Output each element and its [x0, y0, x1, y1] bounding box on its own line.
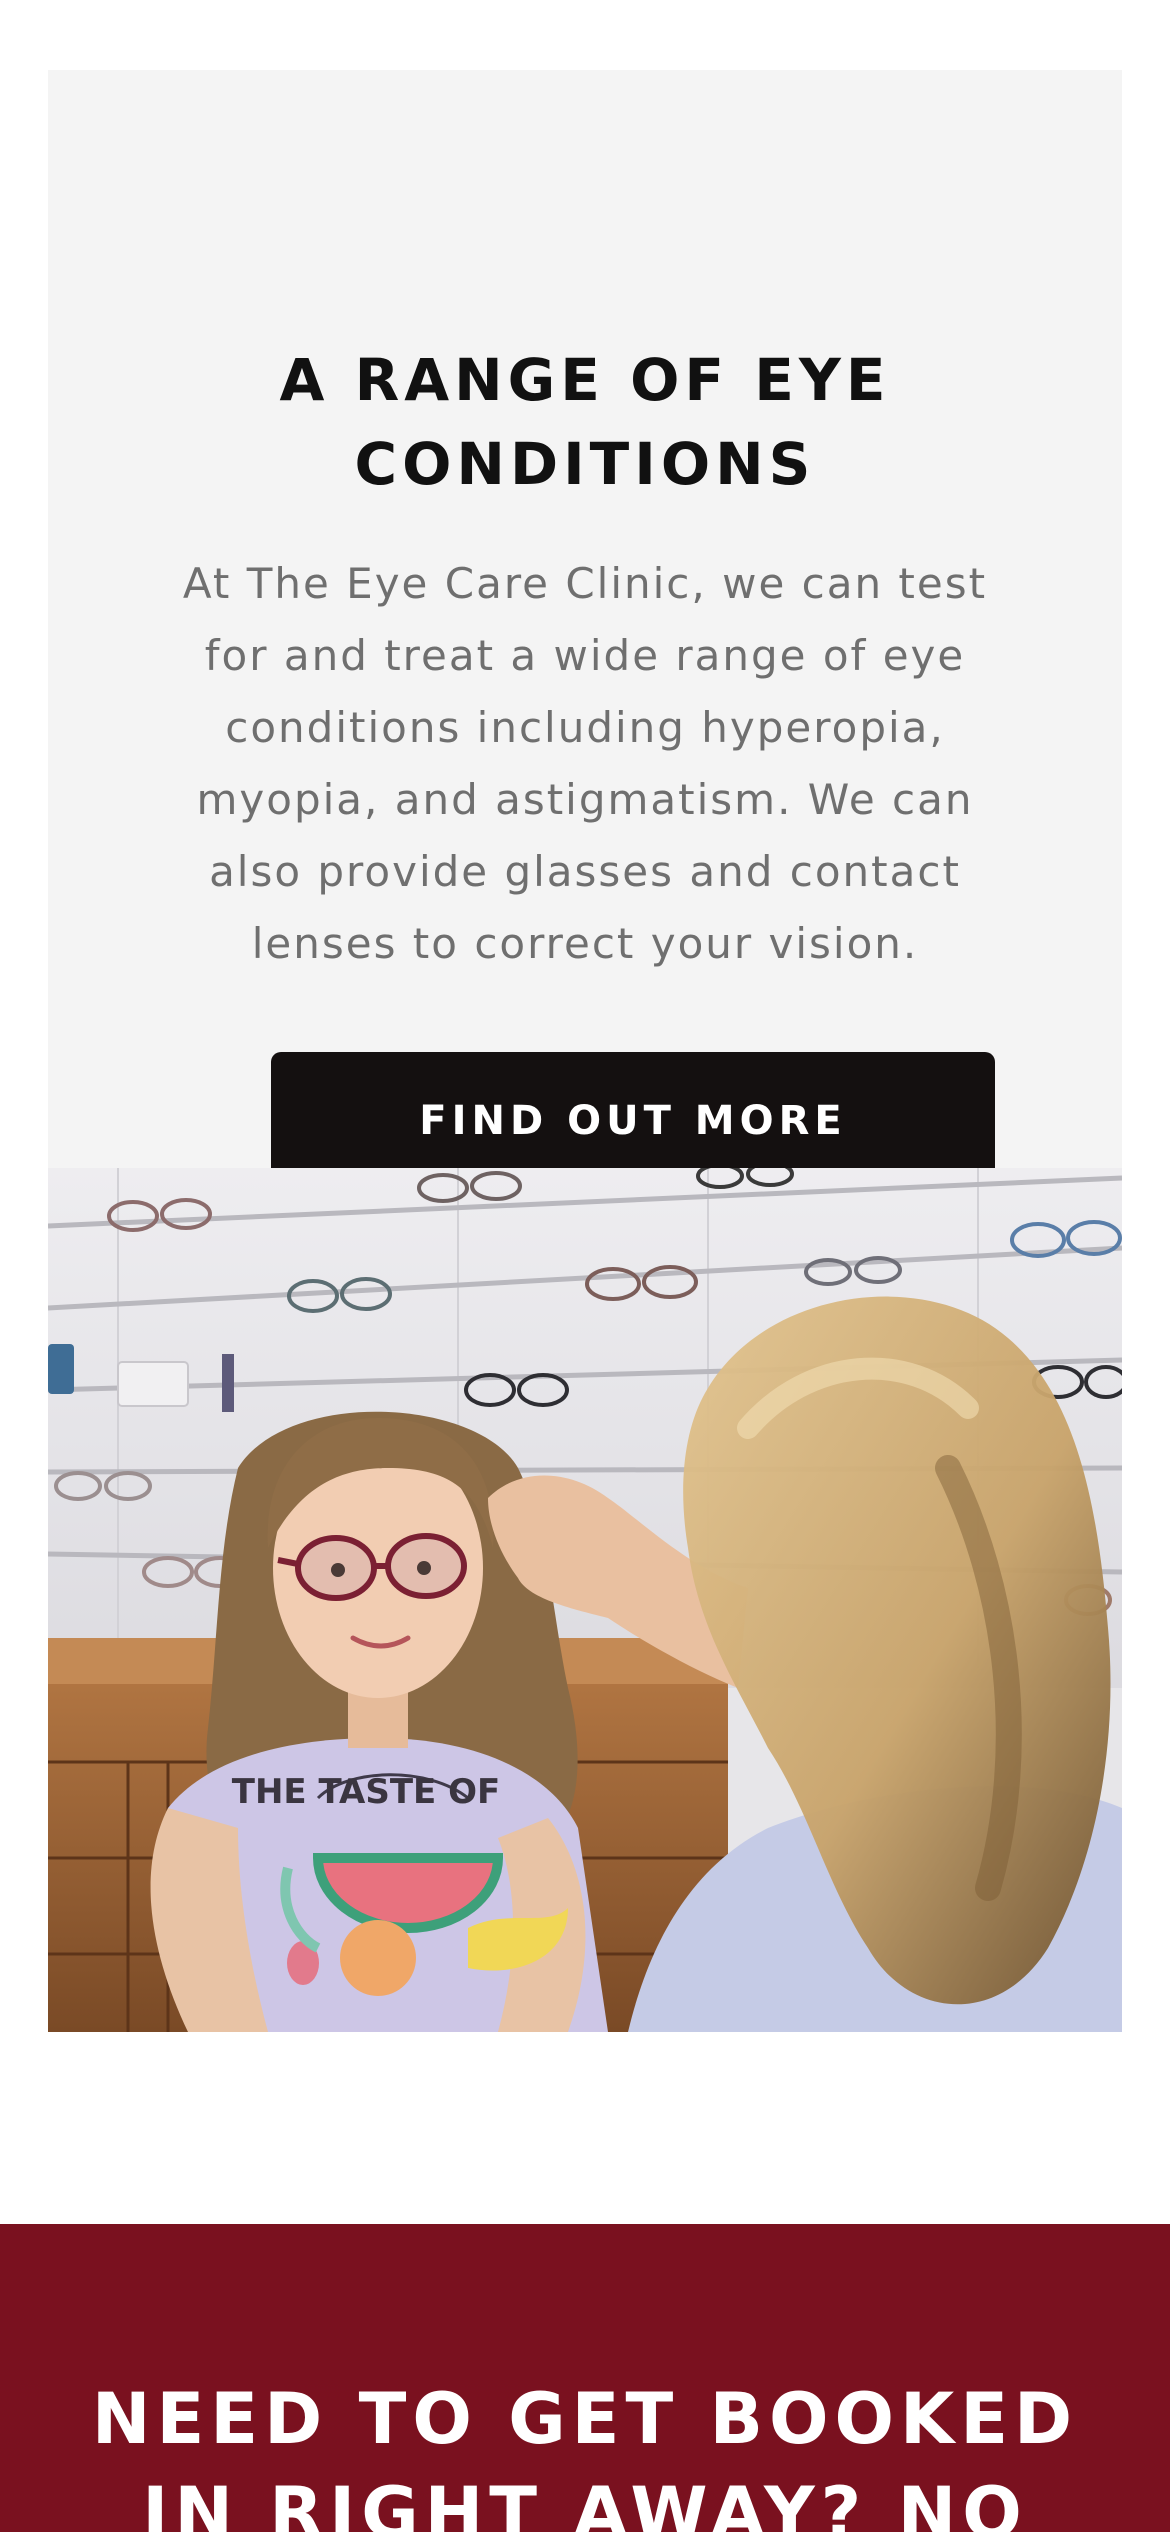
description-line-2: for and treat a wide range of eye	[204, 631, 966, 680]
booking-banner: NEED TO GET BOOKED IN RIGHT AWAY? NO	[0, 2224, 1170, 2532]
description-line-4: myopia, and astigmatism. We can	[196, 775, 974, 824]
eye-conditions-title-line-2: CONDITIONS	[354, 430, 816, 498]
description-line-3: conditions including hyperopia,	[225, 703, 945, 752]
booking-title-line-1: NEED TO GET BOOKED	[91, 2378, 1079, 2460]
eye-conditions-card: A RANGE OF EYE CONDITIONS At The Eye Car…	[48, 70, 1122, 1190]
display-item	[48, 1344, 74, 1394]
tshirt-print-text: THE TASTE OF	[232, 1772, 500, 1812]
booking-title: NEED TO GET BOOKED IN RIGHT AWAY? NO	[0, 2372, 1170, 2532]
description-line-1: At The Eye Care Clinic, we can test	[182, 559, 988, 608]
photo-illustration: THE TASTE OF	[48, 1168, 1122, 2032]
orange-print	[340, 1920, 416, 1996]
description-line-5: also provide glasses and contact	[209, 847, 961, 896]
display-item	[117, 1361, 189, 1407]
child-glasses-fitting-photo: THE TASTE OF	[48, 1168, 1122, 2032]
display-item	[222, 1354, 234, 1412]
eye-conditions-title: A RANGE OF EYE CONDITIONS	[48, 338, 1122, 506]
eye-conditions-description: At The Eye Care Clinic, we can test for …	[138, 548, 1032, 980]
description-line-6: lenses to correct your vision.	[251, 919, 919, 968]
eye-conditions-title-line-1: A RANGE OF EYE	[279, 346, 891, 414]
booking-title-line-2: IN RIGHT AWAY? NO	[142, 2472, 1028, 2532]
